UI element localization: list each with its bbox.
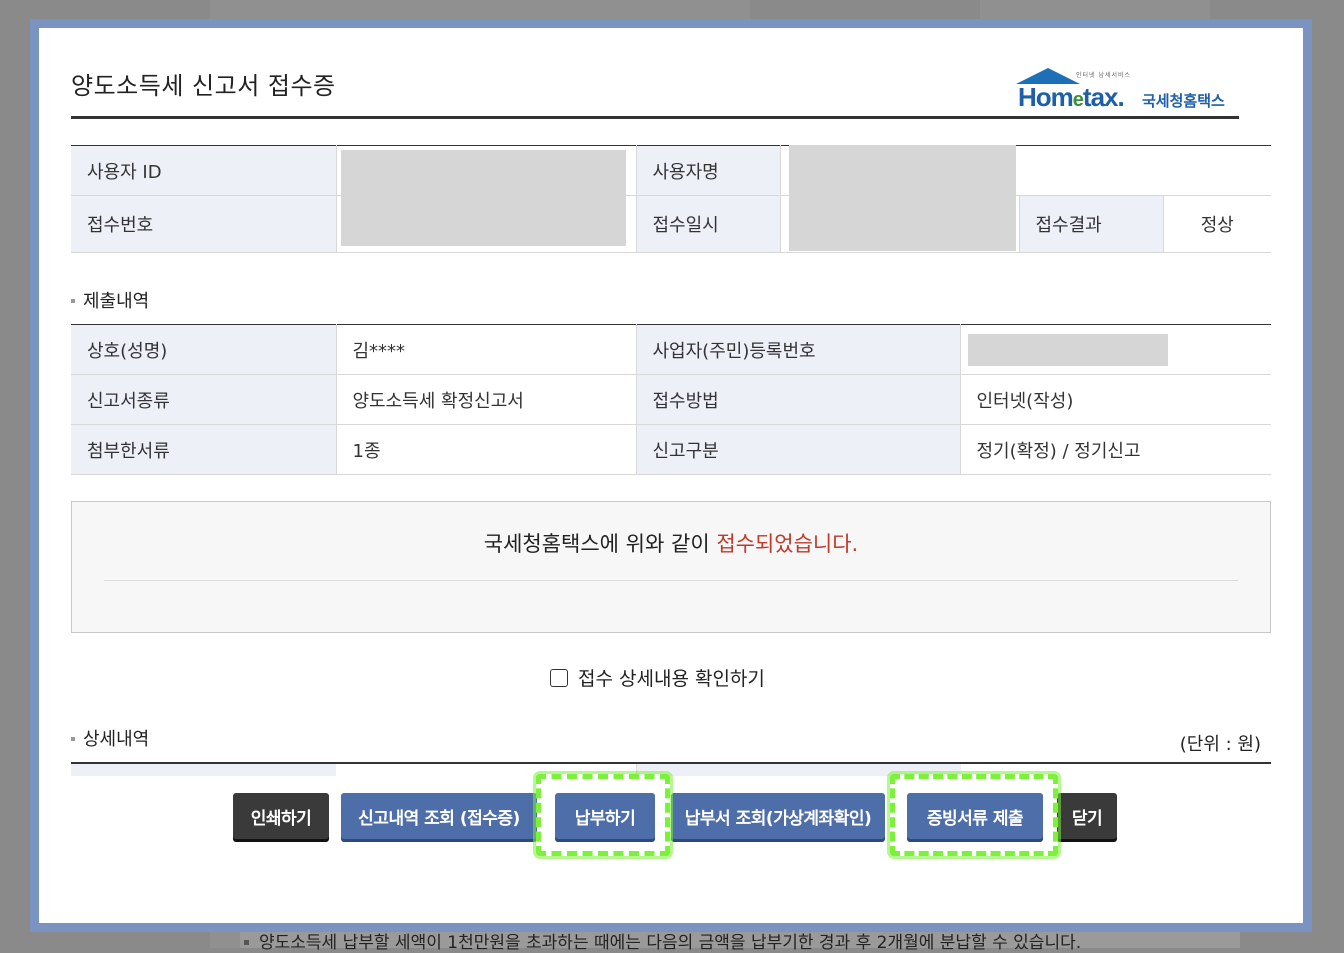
redacted-user-name bbox=[789, 145, 1016, 251]
receipt-method-value: 인터넷(작성) bbox=[959, 374, 1271, 425]
user-name-label: 사용자명 bbox=[635, 145, 780, 196]
notice-message: 국세청홈택스에 위와 같이 접수되었습니다. bbox=[483, 532, 859, 556]
logo-small-text: 인터넷 납세서비스 bbox=[1076, 72, 1132, 79]
redacted-registration-no bbox=[968, 334, 1168, 366]
table-row: 첨부한서류 1종 신고구분 정기(확정) / 정기신고 bbox=[71, 424, 1271, 475]
payment-bill-button[interactable]: 납부서 조회(가상계좌확인) bbox=[671, 793, 885, 839]
table-row: 신고서종류 양도소득세 확정신고서 접수방법 인터넷(작성) bbox=[71, 374, 1271, 425]
report-type-label: 신고서종류 bbox=[71, 374, 336, 425]
unit-label: (단위 : 원) bbox=[1179, 734, 1261, 755]
result-label: 접수결과 bbox=[1018, 195, 1163, 253]
attachments-value: 1종 bbox=[335, 424, 636, 475]
receipt-date-label: 접수일시 bbox=[635, 195, 780, 253]
close-button[interactable]: 닫기 bbox=[1057, 793, 1117, 839]
receipt-modal: 양도소득세 신고서 접수증 인터넷 납세서비스 Hometax. 국세청홈택스 … bbox=[39, 28, 1303, 923]
detail-section-title: 상세내역 bbox=[71, 725, 149, 751]
modal-title: 양도소득세 신고서 접수증 bbox=[71, 72, 336, 100]
report-category-value: 정기(확정) / 정기신고 bbox=[959, 424, 1271, 475]
submission-section-title: 제출내역 bbox=[71, 287, 149, 313]
notice-divider bbox=[104, 580, 1238, 581]
trade-name-label: 상호(성명) bbox=[71, 324, 336, 375]
result-value: 정상 bbox=[1162, 195, 1271, 253]
history-button[interactable]: 신고내역 조회 (접수증) bbox=[341, 793, 537, 839]
report-type-value: 양도소득세 확정신고서 bbox=[335, 374, 636, 425]
receipt-no-label: 접수번호 bbox=[71, 195, 336, 253]
attachments-label: 첨부한서류 bbox=[71, 424, 336, 475]
title-divider bbox=[71, 116, 1239, 119]
logo-brand-kr: 국세청홈택스 bbox=[1142, 92, 1225, 110]
receipt-method-label: 접수방법 bbox=[635, 374, 960, 425]
print-button[interactable]: 인쇄하기 bbox=[233, 793, 329, 839]
hometax-logo: 인터넷 납세서비스 Hometax. 국세청홈택스 bbox=[1014, 64, 1244, 114]
redacted-user-id bbox=[341, 150, 626, 246]
user-id-label: 사용자 ID bbox=[71, 145, 336, 196]
trade-name-value: 김**** bbox=[335, 324, 636, 375]
report-category-label: 신고구분 bbox=[635, 424, 960, 475]
evidence-button-highlight bbox=[887, 771, 1061, 859]
pay-button-highlight bbox=[533, 771, 673, 859]
notice-box: 국세청홈택스에 위와 같이 접수되었습니다. bbox=[71, 501, 1271, 633]
detail-checkbox[interactable] bbox=[550, 668, 568, 687]
registration-no-label: 사업자(주민)등록번호 bbox=[635, 324, 960, 375]
logo-brand: Hometax. bbox=[1018, 82, 1125, 112]
background-notice-text: 양도소득세 납부할 세액이 1천만원을 초과하는 때에는 다음의 금액을 납부기… bbox=[259, 933, 1082, 953]
receipt-table: 사용자 ID 사용자명 접수번호 접수일시 접수결과 정상 bbox=[71, 145, 1271, 253]
detail-check-row[interactable]: 접수 상세내용 확인하기 bbox=[550, 664, 765, 691]
modal-frame: 양도소득세 신고서 접수증 인터넷 납세서비스 Hometax. 국세청홈택스 … bbox=[30, 19, 1312, 932]
detail-check-label: 접수 상세내용 확인하기 bbox=[578, 668, 765, 690]
detail-table-stub bbox=[71, 764, 336, 776]
